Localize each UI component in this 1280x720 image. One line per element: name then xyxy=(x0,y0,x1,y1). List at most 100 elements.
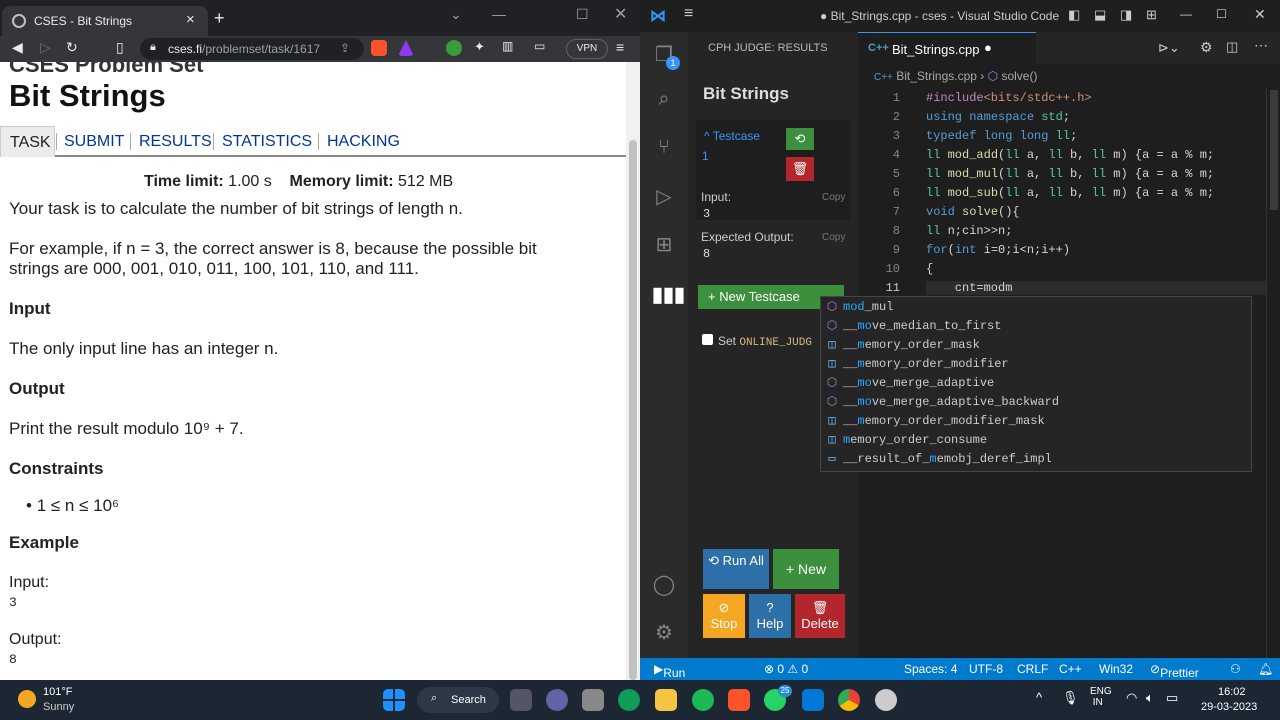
notifications-icon[interactable]: 🔔︎ xyxy=(1258,662,1273,676)
site-heading[interactable]: CSES Problem Set xyxy=(9,62,203,78)
problems-indicator[interactable]: ⊗ 0 ⚠ 0 xyxy=(764,662,808,676)
minimize-icon[interactable]: — xyxy=(1180,7,1192,21)
task-view-icon[interactable] xyxy=(510,689,532,711)
spotify-icon[interactable] xyxy=(692,689,714,711)
testcase-toggle[interactable]: ^ Testcase xyxy=(704,129,760,143)
temperature[interactable]: 101°F xyxy=(43,686,72,698)
clock-time[interactable]: 16:02 xyxy=(1218,686,1246,698)
run-testcases-button[interactable]: ▶ Run Testcases xyxy=(654,662,717,694)
suggestion-item[interactable]: ⬡ mod_mul xyxy=(821,297,1251,316)
suggestion-item[interactable]: ◫ __memory_order_modifier_mask xyxy=(821,411,1251,430)
gear-icon[interactable]: ⚙ xyxy=(1200,39,1213,56)
browser-tab[interactable]: CSES - Bit Strings × xyxy=(2,6,208,36)
layout-icon[interactable]: ⊞ xyxy=(1146,7,1157,23)
tab-task[interactable]: TASK xyxy=(0,126,55,157)
edge-icon[interactable] xyxy=(618,689,640,711)
bookmark-icon[interactable]: ▯ xyxy=(116,39,124,56)
online-judge-checkbox[interactable] xyxy=(702,334,713,345)
toggle-secondary-icon[interactable]: ◨ xyxy=(1120,7,1132,23)
language-mode[interactable]: C++ xyxy=(1059,662,1082,676)
code-line[interactable]: #include<bits/stdc++.h> xyxy=(926,91,1092,105)
encoding[interactable]: UTF-8 xyxy=(969,662,1003,676)
help-button[interactable]: ? Help xyxy=(749,594,791,638)
close-window-icon[interactable]: ✕ xyxy=(614,4,627,24)
tab-statistics[interactable]: STATISTICS xyxy=(222,133,312,151)
start-icon[interactable] xyxy=(383,689,405,711)
tab-submit[interactable]: SUBMIT xyxy=(64,133,124,151)
extensions-puzzle-icon[interactable]: ✦ xyxy=(474,39,485,55)
wallet-icon[interactable]: ▭ xyxy=(534,39,545,53)
platform[interactable]: Win32 xyxy=(1099,662,1133,676)
search-icon[interactable]: ⌕ xyxy=(652,88,676,112)
suggestion-item[interactable]: ◫ __memory_order_mask xyxy=(821,335,1251,354)
new-tab-icon[interactable]: + xyxy=(214,8,225,29)
menu-icon[interactable]: ≡ xyxy=(616,39,624,55)
weather-text[interactable]: Sunny xyxy=(43,701,74,713)
brave-rewards-icon[interactable] xyxy=(398,40,414,56)
code-line[interactable]: { xyxy=(926,262,933,276)
code-line[interactable]: typedef long long ll; xyxy=(926,129,1077,143)
rerun-icon[interactable]: ⟲ xyxy=(786,128,814,150)
cph-judge-icon[interactable]: ▮▮▮ xyxy=(652,282,685,306)
scrollbar-thumb[interactable] xyxy=(629,140,637,680)
file-explorer-icon[interactable] xyxy=(655,689,677,711)
brave-icon[interactable] xyxy=(728,689,750,711)
new-button[interactable]: + New xyxy=(773,549,839,589)
split-editor-icon[interactable]: ◫ xyxy=(1226,39,1238,55)
maximize-icon[interactable]: ☐ xyxy=(1216,7,1227,21)
code-line[interactable]: ll mod_sub(ll a, ll b, ll m) {a = a % m; xyxy=(926,186,1214,200)
toggle-panel-icon[interactable]: ⬓ xyxy=(1094,7,1106,23)
accounts-icon[interactable]: ◯ xyxy=(652,572,676,596)
code-line[interactable]: for(int i=0;i<n;i++) xyxy=(926,243,1070,257)
microphone-icon[interactable]: 🎙︎ xyxy=(1062,690,1079,706)
indentation[interactable]: Spaces: 4 xyxy=(904,662,957,676)
delete-button[interactable]: 🗑︎ Delete xyxy=(795,594,845,638)
accounts-status-icon[interactable]: ⚇ xyxy=(1230,662,1241,676)
toggle-sidebar-icon[interactable]: ◧ xyxy=(1068,7,1080,23)
stop-button[interactable]: ⊘ Stop xyxy=(703,594,745,638)
vpn-button[interactable]: VPN xyxy=(566,39,608,59)
copy-input-button[interactable]: Copy xyxy=(822,192,845,203)
minimap[interactable] xyxy=(1270,90,1278,210)
tab-results[interactable]: RESULTS xyxy=(139,133,212,151)
eol[interactable]: CRLF xyxy=(1017,662,1048,676)
code-line[interactable]: using namespace std; xyxy=(926,110,1070,124)
snipping-tool-icon[interactable] xyxy=(582,689,604,711)
sun-icon[interactable] xyxy=(18,690,36,708)
run-all-button[interactable]: ⟲ Run All xyxy=(703,549,769,589)
clock-date[interactable]: 29-03-2023 xyxy=(1201,701,1257,713)
menu-icon[interactable]: ≡ xyxy=(684,5,693,23)
settings-gear-icon[interactable]: ⚙ xyxy=(652,620,676,644)
source-control-icon[interactable]: ⑂ xyxy=(652,136,676,160)
editor-tab[interactable]: C++ Bit_Strings.cpp ● xyxy=(858,32,1036,64)
code-line[interactable]: void solve(){ xyxy=(926,205,1020,219)
unsaved-dot-icon[interactable]: ● xyxy=(984,40,992,55)
suggestion-item[interactable]: ▭ __result_of_memobj_deref_impl xyxy=(821,449,1251,468)
copy-expected-button[interactable]: Copy xyxy=(822,232,845,243)
prettier[interactable]: ⊘ Prettier xyxy=(1150,662,1199,680)
address-bar[interactable]: 🔒︎ cses.fi/problemset/task/1617 ⇪ xyxy=(140,38,364,60)
forward-icon[interactable]: ▷ xyxy=(40,39,51,56)
run-debug-icon[interactable]: ▷ xyxy=(652,184,676,208)
battery-icon[interactable]: ▭ xyxy=(1166,690,1178,706)
maximize-icon[interactable]: ☐ xyxy=(576,6,589,23)
reload-icon[interactable]: ↻ xyxy=(66,39,78,56)
code-line[interactable]: cnt=modm xyxy=(926,281,1266,295)
teams-chat-icon[interactable] xyxy=(546,689,568,711)
suggestion-item[interactable]: ⬡ __move_median_to_first xyxy=(821,316,1251,335)
show-hidden-icon[interactable]: ^ xyxy=(1036,690,1042,705)
input-value[interactable]: 3 xyxy=(703,207,710,221)
close-tab-icon[interactable]: × xyxy=(186,11,195,28)
wifi-icon[interactable]: ◠ xyxy=(1126,690,1137,706)
back-icon[interactable]: ◀ xyxy=(12,39,23,56)
extensions-icon[interactable]: ⊞ xyxy=(652,232,676,256)
tab-search-icon[interactable]: ⌄ xyxy=(450,6,462,23)
brave-shield-icon[interactable] xyxy=(371,40,387,56)
more-actions-icon[interactable]: ⋯ xyxy=(1254,37,1268,54)
sidebar-icon[interactable]: ▥ xyxy=(502,39,513,53)
suggestion-item[interactable]: ⬡ __move_merge_adaptive xyxy=(821,373,1251,392)
language-indicator[interactable]: ENG IN xyxy=(1090,686,1112,708)
code-line[interactable]: ll n;cin>>n; xyxy=(926,224,1012,238)
share-icon[interactable]: ⇪ xyxy=(340,41,350,55)
delete-testcase-icon[interactable]: 🗑︎ xyxy=(786,157,814,181)
